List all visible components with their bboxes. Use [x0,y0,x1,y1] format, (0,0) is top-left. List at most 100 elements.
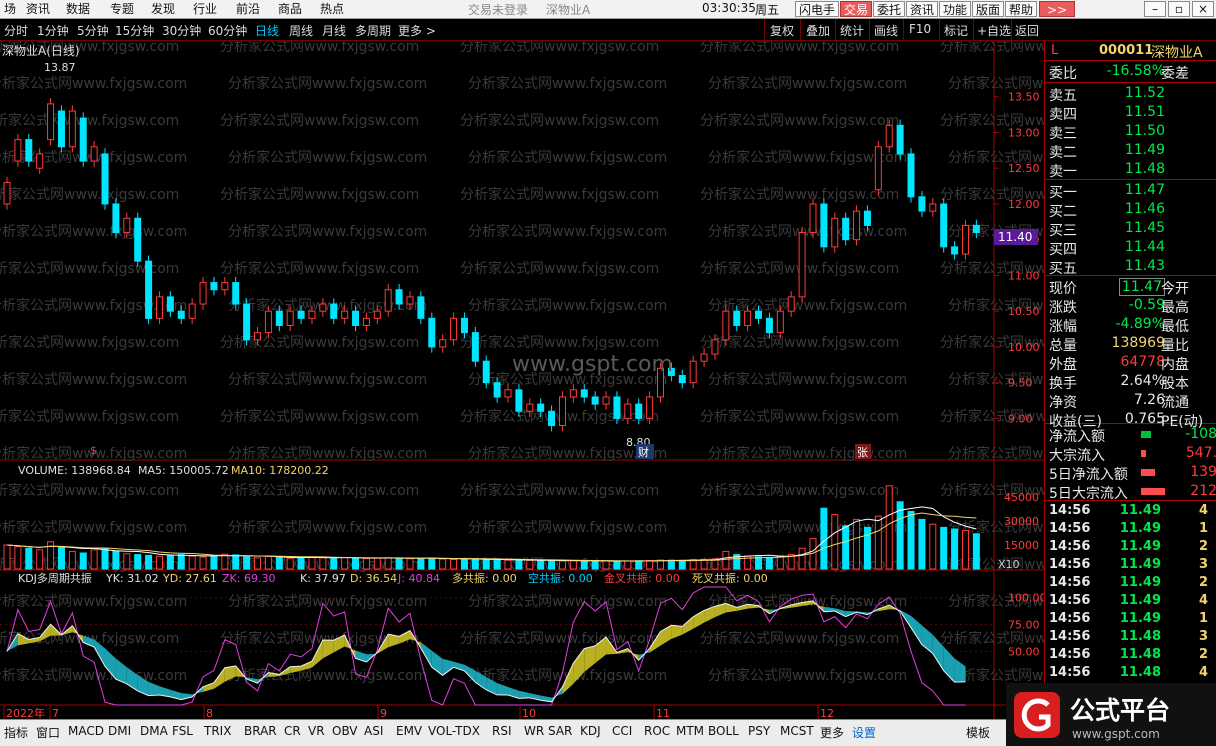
indicator-tab[interactable]: CCI [612,724,632,738]
indicator-tab[interactable]: BOLL [708,724,739,738]
indicator-tab[interactable]: VR [308,724,325,738]
indicator-tab[interactable]: DMA [140,724,168,738]
indicator-tab[interactable]: EMV [396,724,422,738]
last-price-value: 11.40 [998,230,1032,244]
help-button[interactable]: 帮助 [1005,1,1038,17]
indicator-tab[interactable]: VOL-TDX [428,724,480,738]
indicator-tab[interactable]: ASI [364,724,383,738]
chart-area[interactable]: 分析家公式网www.fxjgsw.com 分析家公式网www.fxjgsw.com… [0,41,1044,721]
volume-bar [646,560,654,570]
ask-row-label: 卖五 [1049,88,1077,104]
menu-item[interactable]: 数据 [66,1,90,17]
candle-body [515,389,523,412]
indicator-tab[interactable]: WR [524,724,544,738]
period-tab[interactable]: 周线 [289,22,313,39]
tool-button[interactable]: 统计 [840,22,864,39]
volume-bar [635,560,643,570]
tick-price: 11.49 [1119,557,1161,572]
period-tab[interactable]: 60分钟 [208,22,247,39]
layout-button[interactable]: 版面 [972,1,1005,17]
volume-bar [297,557,305,570]
watermark-text: 分析家公式网www.fxjgsw.com [468,223,667,240]
tool-button[interactable]: 复权 [770,22,794,39]
indicator-tab[interactable]: CR [284,724,301,738]
price-tick-label: 10.00 [1008,341,1040,354]
watermark-text: 分析家公式网www.fxjgsw.com [700,186,899,203]
tool-button[interactable]: 叠加 [806,22,830,39]
volume-scale-label: X10 [998,558,1020,571]
indicator-tab[interactable]: MTM [676,724,704,738]
menu-item[interactable]: 资讯 [26,1,50,17]
period-tab[interactable]: 5分钟 [77,22,109,39]
tool-button[interactable]: 标记 [944,22,968,39]
period-tab[interactable]: 更多 > [398,22,436,39]
period-tab[interactable]: 分时 [4,22,28,39]
indicator-tab[interactable]: RSI [492,724,512,738]
tick-time: 14:56 [1049,593,1091,608]
period-tab[interactable]: 多周期 [355,22,391,39]
indicator-tab[interactable]: MCST [780,724,814,738]
indicator-tab[interactable]: BRAR [244,724,277,738]
stat-row: 涨幅 -4.89% 最低 [1045,315,1216,335]
candle-body [929,203,937,212]
menu-item[interactable]: 热点 [320,1,344,17]
period-tab-active[interactable]: 日线 [255,22,279,39]
event-marker-zhang[interactable]: 张 [857,446,868,459]
menu-item[interactable]: 发现 [151,1,175,17]
bid-row-value: 11.44 [1124,239,1165,255]
indicator-tab[interactable]: ROC [644,724,670,738]
restore-icon[interactable]: ▫ [1168,1,1190,17]
order-button[interactable]: 委托 [873,1,906,17]
indicator-tab[interactable]: 设置 [852,724,876,741]
candle-body [755,310,763,319]
ask-row-value: 11.48 [1124,161,1165,177]
indicator-tab[interactable]: 更多 [820,724,844,741]
event-marker-s[interactable]: $ [90,444,97,457]
menu-item[interactable]: 行业 [193,1,217,17]
event-marker-cai[interactable]: 财 [638,445,649,459]
indicator-tab[interactable]: 指标 [4,724,28,741]
menu-item[interactable]: 场 [4,1,16,17]
flash-trade-button[interactable]: 闪电手 [795,1,840,17]
period-tab[interactable]: 月线 [322,22,346,39]
tool-button[interactable]: F10 [909,22,931,36]
indicator-tab[interactable]: OBV [332,724,358,738]
indicator-tab[interactable]: SAR [548,724,572,738]
tool-button[interactable]: 画线 [874,22,898,39]
stat-row-right-label: 今开 [1161,281,1189,297]
brand-logo: 公式平台 www.gspt.com [1006,683,1216,746]
trade-button[interactable]: 交易 [840,1,873,17]
period-tab[interactable]: 30分钟 [162,22,201,39]
price-tick-label: 13.00 [1008,126,1040,139]
app-window: 场 资讯 数据 专题 发现 行业 前沿 商品 热点 交易未登录 深物业A 03:… [0,0,1216,746]
tool-button[interactable]: 返回 [1015,22,1039,39]
minimize-icon[interactable]: – [1144,1,1166,17]
tool-button[interactable]: +自选 [977,22,1011,39]
watermark-text: 分析家公式网www.fxjgsw.com [228,593,427,610]
period-tab[interactable]: 15分钟 [115,22,154,39]
volume-bar [352,557,360,570]
indicator-tab[interactable]: 窗口 [36,724,60,741]
candle-body [624,403,632,419]
candle-body [722,310,730,341]
period-tab[interactable]: 1分钟 [37,22,69,39]
kdj-band [203,682,214,692]
tick-price: 11.48 [1119,665,1161,680]
volume-tick-label: 30000 [1004,515,1039,528]
close-icon[interactable]: × [1192,1,1214,17]
indicator-tab[interactable]: DMI [108,724,131,738]
more-menu-button[interactable]: >> [1039,1,1075,17]
indicator-tab[interactable]: 模板 [966,724,990,741]
menu-item[interactable]: 前沿 [236,1,260,17]
indicator-tab[interactable]: TRIX [204,724,231,738]
menu-item[interactable]: 商品 [278,1,302,17]
indicator-tab[interactable]: KDJ [580,724,601,738]
indicator-tab[interactable]: PSY [748,724,770,738]
volume-bar [36,549,44,570]
function-button[interactable]: 功能 [939,1,972,17]
info-button[interactable]: 资讯 [906,1,939,17]
menu-item[interactable]: 专题 [110,1,134,17]
indicator-tab[interactable]: FSL [172,724,193,738]
login-status: 交易未登录 [468,3,529,17]
indicator-tab[interactable]: MACD [68,724,104,738]
